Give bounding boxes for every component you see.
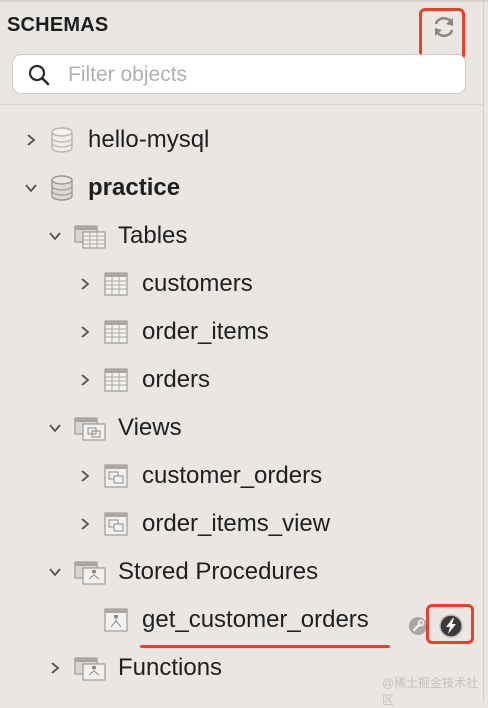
search-icon — [28, 64, 50, 86]
tree-item-view[interactable]: order_items_view — [78, 502, 330, 546]
separator — [0, 104, 483, 105]
chevron-right-icon[interactable] — [78, 373, 92, 387]
refresh-icon[interactable] — [432, 15, 456, 39]
tree-group-tables[interactable]: Tables — [48, 214, 187, 258]
schema-name: hello-mysql — [88, 126, 210, 153]
tree-item-table[interactable]: orders — [78, 358, 210, 402]
table-icon — [104, 319, 128, 345]
procedures-folder-icon — [74, 559, 106, 585]
view-name: customer_orders — [142, 462, 323, 489]
group-label: Tables — [118, 222, 188, 249]
schemas-title: SCHEMAS — [7, 14, 109, 36]
chevron-right-icon[interactable] — [78, 277, 92, 291]
tree-item-table[interactable]: customers — [78, 262, 253, 306]
tree-item-hello-mysql[interactable]: hello-mysql — [24, 118, 209, 162]
filter-search-box[interactable] — [12, 54, 466, 94]
table-name: orders — [142, 366, 211, 393]
chevron-down-icon[interactable] — [24, 181, 38, 195]
tree-item-table[interactable]: order_items — [78, 310, 269, 354]
tree-group-functions[interactable]: Functions — [48, 646, 222, 690]
tables-folder-icon — [74, 223, 106, 249]
top-border — [0, 0, 488, 2]
database-icon — [50, 127, 74, 153]
chevron-right-icon[interactable] — [78, 469, 92, 483]
group-label: Views — [118, 414, 182, 441]
chevron-right-icon[interactable] — [78, 325, 92, 339]
view-icon — [104, 511, 128, 537]
table-name: order_items — [142, 318, 269, 345]
watermark: @稀土掘金技术社区 — [382, 676, 479, 707]
chevron-down-icon[interactable] — [48, 565, 62, 579]
views-folder-icon — [74, 415, 106, 441]
procedure-name: get_customer_orders — [142, 606, 369, 633]
tree-item-practice[interactable]: practice — [24, 166, 180, 210]
chevron-down-icon[interactable] — [48, 229, 62, 243]
tree-group-views[interactable]: Views — [48, 406, 182, 450]
database-icon — [50, 175, 74, 201]
group-label: Functions — [118, 654, 223, 681]
tree-item-procedure[interactable]: get_customer_orders — [104, 598, 369, 642]
panel-divider — [483, 0, 484, 702]
chevron-right-icon[interactable] — [78, 517, 92, 531]
tree-group-stored-procedures[interactable]: Stored Procedures — [48, 550, 318, 594]
chevron-down-icon[interactable] — [48, 421, 62, 435]
filter-objects-input[interactable] — [66, 61, 450, 89]
table-icon — [104, 367, 128, 393]
table-icon — [104, 271, 128, 297]
functions-folder-icon — [74, 655, 106, 681]
group-label: Stored Procedures — [118, 558, 319, 585]
table-name: customers — [142, 270, 253, 297]
lightning-icon[interactable] — [439, 614, 463, 638]
procedure-icon — [104, 607, 128, 633]
schema-name-active: practice — [88, 174, 181, 201]
view-icon — [104, 463, 128, 489]
view-name: order_items_view — [142, 510, 331, 537]
tree-item-view[interactable]: customer_orders — [78, 454, 322, 498]
chevron-right-icon[interactable] — [48, 661, 62, 675]
wrench-icon[interactable] — [408, 616, 428, 636]
chevron-right-icon[interactable] — [24, 133, 38, 147]
